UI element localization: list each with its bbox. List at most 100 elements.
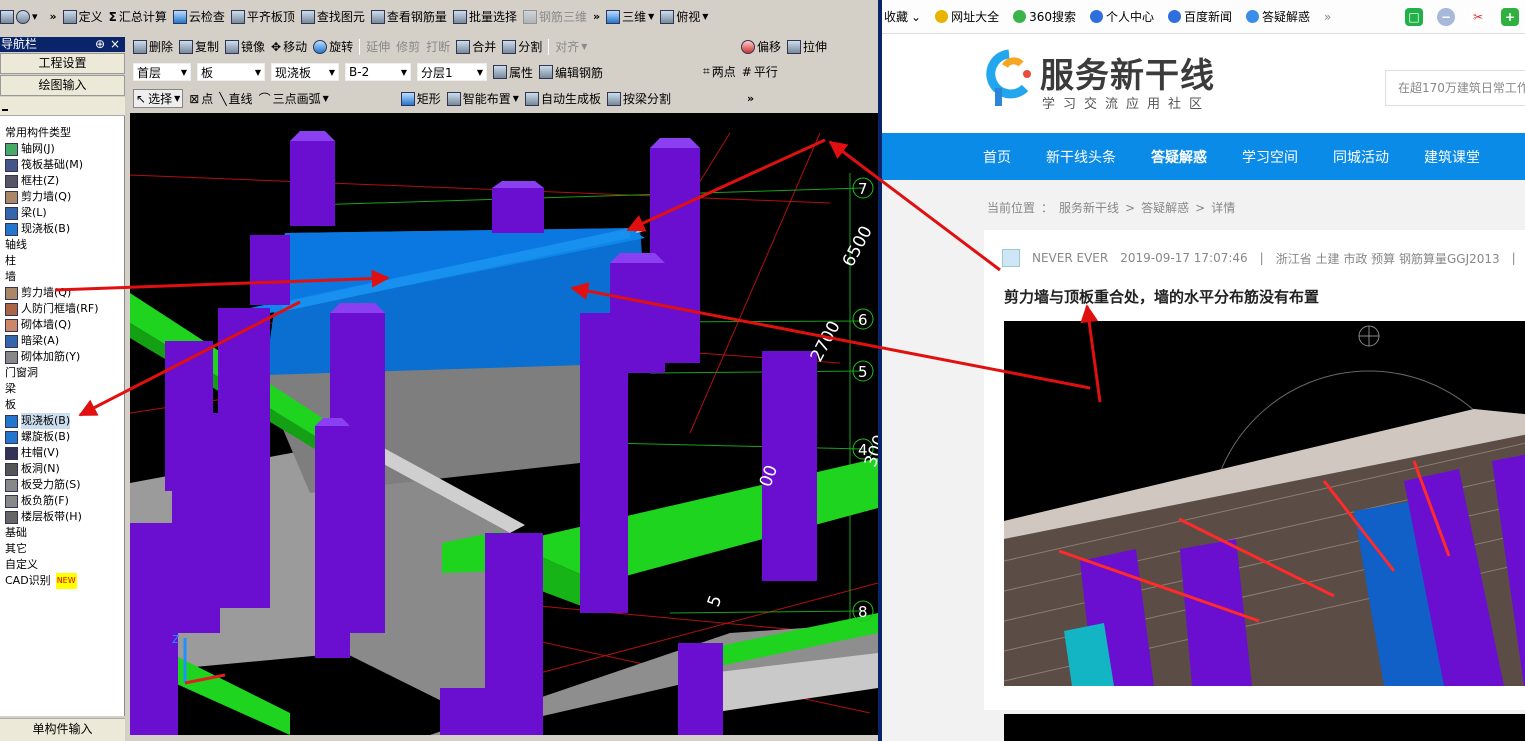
floor-select[interactable]: 首层 ▼ [133,63,191,81]
type-select[interactable]: 现浇板 ▼ [271,63,339,81]
mirror-button[interactable]: 镜像 [225,38,265,55]
author-name[interactable]: NEVER EVER [1032,251,1108,265]
batch-select-button[interactable]: 批量选择 [452,8,517,25]
tree-item[interactable]: 现浇板(B) [5,221,70,237]
project-settings-button[interactable]: 工程设置 [0,53,125,74]
sum-calc-button[interactable]: Σ 汇总计算 [109,8,167,25]
rebar-3d-button[interactable]: 钢筋三维 [522,8,587,25]
auto-slab-button[interactable]: 自动生成板 [524,90,601,107]
view-rebar-button[interactable]: 查看钢筋量 [370,8,447,25]
tree-item[interactable]: 楼层板带(H) [5,509,82,525]
tree-item[interactable]: 轴线 [0,237,27,253]
bookmark-item[interactable]: 百度新闻 [1168,8,1232,25]
save-icon[interactable] [0,9,14,24]
tree-item[interactable]: 现浇板(B) [5,413,71,429]
tree-item[interactable]: 砌体墙(Q) [5,317,71,333]
tree-item[interactable]: 剪力墙(Q) [5,189,71,205]
rotate-button[interactable]: 旋转 [313,38,353,55]
breadcrumb-item[interactable]: 答疑解惑 [1141,201,1189,215]
collapse-icon[interactable] [2,109,8,111]
nav-item[interactable]: 建筑课堂 [1424,147,1480,167]
name-select[interactable]: B-2 ▼ [345,63,411,81]
line-button[interactable]: ╲ 直线 [219,90,252,107]
tree-item[interactable]: 柱 [0,253,16,269]
tree-item[interactable]: 板 [0,397,16,413]
point-button[interactable]: ⊠ 点 [189,90,213,107]
post-image-2[interactable] [1004,714,1525,741]
smart-layout-button[interactable]: 智能布置 ▼ [446,90,519,107]
tree-item[interactable]: 暗梁(A) [5,333,59,349]
tree-item[interactable]: 常用构件类型 [0,125,71,141]
scissors-icon[interactable]: ✂ [1469,8,1487,26]
tree-item[interactable]: 框柱(Z) [5,173,59,189]
nav-item[interactable]: 答疑解惑 [1151,147,1207,167]
split-by-beam-button[interactable]: 按梁分割 [606,90,671,107]
split-button[interactable]: 分割 [502,38,542,55]
green-square-icon[interactable]: □ [1405,8,1423,26]
tree-item[interactable]: 轴网(J) [5,141,55,157]
tree-item[interactable]: 板负筋(F) [5,493,69,509]
tree-item[interactable]: 砌体加筋(Y) [5,349,80,365]
pin-icon[interactable]: ⊕ [95,37,105,52]
rect-button[interactable]: 矩形 [400,90,441,107]
merge-button[interactable]: 合并 [456,38,496,55]
bookmark-item[interactable]: 网址大全 [935,8,999,25]
tree-item[interactable]: 板洞(N) [5,461,60,477]
site-logo-icon[interactable] [985,48,1033,110]
bookmark-item[interactable]: 收藏 ⌄ [884,8,921,25]
properties-button[interactable]: 属性 [493,64,533,81]
breadcrumb-item[interactable]: 服务新干线 [1059,201,1119,215]
drawing-input-button[interactable]: 绘图输入 [0,75,125,96]
tree-item[interactable]: 梁(L) [5,205,47,221]
tree-item[interactable]: CAD识别 NEW [0,573,77,589]
select-button[interactable]: ↖ 选择 ▼ [133,89,184,108]
tree-item[interactable]: 门窗洞 [0,365,38,381]
close-icon[interactable]: × [110,37,120,52]
single-component-input-tab[interactable]: 单构件输入 [0,718,125,741]
nav-item[interactable]: 新干线头条 [1046,147,1116,167]
site-logo-text[interactable]: 服务新干线 [1040,48,1215,97]
layer-select[interactable]: 分层1 ▼ [417,63,487,81]
nav-item[interactable]: 首页 [983,147,1011,167]
tree-item[interactable]: 板受力筋(S) [5,477,81,493]
post-image[interactable] [1004,321,1525,686]
tree-item[interactable]: 剪力墙(Q) [5,285,71,301]
top-view-dropdown[interactable]: 俯视 ▼ [660,8,708,25]
undo-icon[interactable] [16,9,30,24]
3d-viewport[interactable]: 7 6 5 4 8 6500 2700 300 00 5 Z [130,113,878,735]
offset-button[interactable]: 偏移 [741,38,781,55]
post-tags[interactable]: 浙江省 土建 市政 预算 钢筋算量GGJ2013 [1276,250,1500,267]
overflow-chevron[interactable]: » [50,10,57,23]
tree-item[interactable]: 基础 [0,525,27,541]
breadcrumb-item[interactable]: 详情 [1211,201,1235,215]
tree-item[interactable]: 其它 [0,541,27,557]
avatar[interactable] [1002,249,1020,267]
align-button[interactable]: 对齐 ▼ [555,38,587,55]
tree-item[interactable]: 柱帽(V) [5,445,59,461]
undo-tools[interactable]: ▾ [0,9,38,24]
tree-item[interactable]: 梁 [0,381,16,397]
flush-slab-button[interactable]: 平齐板顶 [230,8,295,25]
tree-item[interactable]: 自定义 [0,557,38,573]
overflow-chevron-4[interactable]: » [747,92,754,105]
tree-item[interactable]: 人防门框墙(RF) [5,301,99,317]
view-3d-dropdown[interactable]: 三维 ▼ [606,8,654,25]
cloud-check-button[interactable]: 云检查 [172,8,225,25]
copy-button[interactable]: 复制 [179,38,219,55]
break-button[interactable]: 打断 [426,38,450,55]
nav-item[interactable]: 同城活动 [1333,147,1389,167]
tree-item[interactable]: 螺旋板(B) [5,429,70,445]
minus-circle-icon[interactable]: − [1437,8,1455,26]
tree-item[interactable]: 墙 [0,269,16,285]
two-points-button[interactable]: ⌗ 两点 [703,63,736,80]
stretch-button[interactable]: 拉伸 [787,38,827,55]
find-element-button[interactable]: 查找图元 [300,8,365,25]
edit-rebar-button[interactable]: 编辑钢筋 [539,64,603,81]
bookmark-item[interactable]: 个人中心 [1090,8,1154,25]
delete-button[interactable]: 删除 [133,38,173,55]
move-button[interactable]: ✥ 移动 [271,38,307,55]
arc3-button[interactable]: ⌒ 三点画弧 ▼ [259,90,329,107]
chevron-down-icon[interactable]: ⌄ [911,10,921,24]
bookmark-item[interactable]: 答疑解惑 [1246,8,1310,25]
extend-button[interactable]: 延伸 [366,38,390,55]
